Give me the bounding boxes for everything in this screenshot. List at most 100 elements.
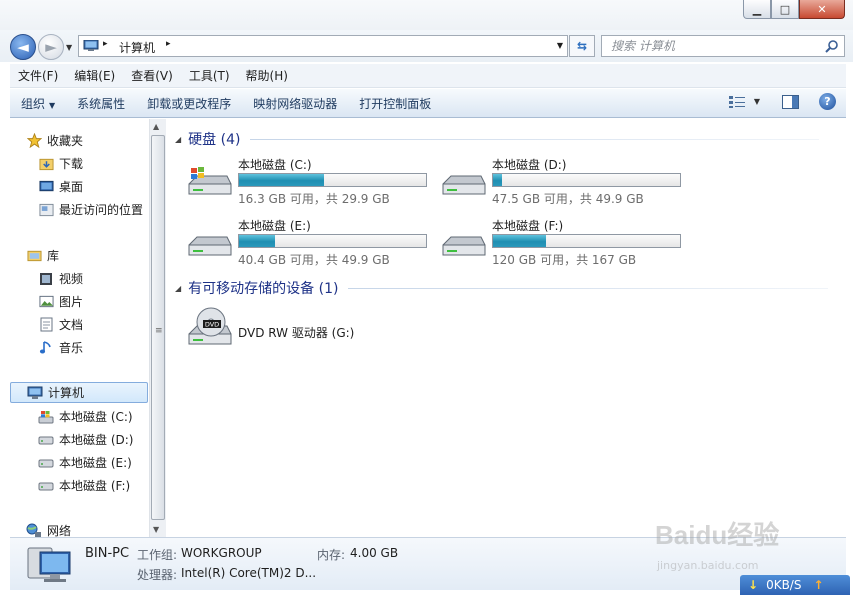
group-removable[interactable]: ◢ 有可移动存储的设备 (1) <box>175 278 829 298</box>
change-view-icon[interactable] <box>728 95 746 109</box>
drive-e-usage-bar <box>238 234 427 248</box>
processor-value: Intel(R) Core(TM)2 D... <box>181 566 317 580</box>
processor-label: 处理器: <box>137 568 178 582</box>
hard-drive-icon <box>442 236 486 256</box>
nav-videos-label: 视频 <box>59 272 84 286</box>
forward-button[interactable]: ► <box>38 34 64 60</box>
drive-c-name: 本地磁盘 (C:) <box>238 158 312 172</box>
hard-drive-icon <box>38 478 54 494</box>
nav-downloads-label: 下载 <box>59 157 84 171</box>
network-speed-widget[interactable]: ↓ 0KB/S ↑ <box>740 575 850 595</box>
dvd-drive-name: DVD RW 驱动器 (G:) <box>238 326 355 340</box>
nav-drive-f-label: 本地磁盘 (F:) <box>59 479 131 493</box>
collapse-triangle-icon: ◢ <box>175 283 182 293</box>
menu-help[interactable]: 帮助(H) <box>238 67 296 84</box>
recent-pages-dropdown[interactable]: ▼ <box>66 43 72 52</box>
picture-icon <box>38 294 54 310</box>
group-divider <box>348 287 829 289</box>
nav-network[interactable]: 网络 <box>26 520 71 537</box>
map-network-drive-button[interactable]: 映射网络驱动器 <box>242 95 348 112</box>
library-icon <box>26 248 42 264</box>
workgroup-label: 工作组: <box>137 548 178 562</box>
drive-tile-e[interactable]: 本地磁盘 (E:) 40.4 GB 可用，共 49.9 GB <box>185 217 435 267</box>
nav-favorites-label: 收藏夹 <box>47 134 84 148</box>
menu-view[interactable]: 查看(V) <box>123 67 181 84</box>
nav-recent-places[interactable]: 最近访问的位置 <box>38 199 143 220</box>
music-note-icon <box>38 340 54 356</box>
search-icon[interactable] <box>825 39 839 53</box>
menu-bar: 文件(F) 编辑(E) 查看(V) 工具(T) 帮助(H) <box>10 64 846 88</box>
drive-d-name: 本地磁盘 (D:) <box>492 158 567 172</box>
drive-tile-c[interactable]: 本地磁盘 (C:) 16.3 GB 可用，共 29.9 GB <box>185 156 435 206</box>
uninstall-program-button[interactable]: 卸载或更改程序 <box>136 95 242 112</box>
nav-pictures[interactable]: 图片 <box>38 291 83 312</box>
nav-drive-c[interactable]: 本地磁盘 (C:) <box>38 406 133 427</box>
drive-tile-d[interactable]: 本地磁盘 (D:) 47.5 GB 可用，共 49.9 GB <box>439 156 689 206</box>
address-dropdown[interactable]: ▼ <box>557 41 563 50</box>
nav-recent-label: 最近访问的位置 <box>59 203 144 217</box>
chevron-down-icon: ▼ <box>49 100 56 110</box>
nav-favorites[interactable]: 收藏夹 <box>26 130 83 151</box>
nav-drive-d[interactable]: 本地磁盘 (D:) <box>38 429 133 450</box>
nav-scrollbar[interactable]: ▲ ≡ ▼ <box>149 119 166 537</box>
hard-drive-icon <box>442 175 486 195</box>
downloads-folder-icon <box>38 156 54 172</box>
nav-music[interactable]: 音乐 <box>38 337 83 358</box>
watermark-brand: Baidu经验 <box>655 520 780 550</box>
drive-tile-f[interactable]: 本地磁盘 (F:) 120 GB 可用，共 167 GB <box>439 217 689 267</box>
close-button[interactable]: ✕ <box>799 0 845 19</box>
maximize-button[interactable]: □ <box>771 0 799 19</box>
drive-e-name: 本地磁盘 (E:) <box>238 219 311 233</box>
drive-tile-dvd[interactable]: DVD DVD RW 驱动器 (G:) <box>185 305 435 355</box>
breadcrumb-separator[interactable]: ▸ <box>103 39 108 49</box>
desktop-icon <box>38 179 54 195</box>
nav-pictures-label: 图片 <box>59 295 84 309</box>
menu-file[interactable]: 文件(F) <box>10 67 66 84</box>
drive-e-usage-fill <box>239 235 275 247</box>
breadcrumb-computer[interactable]: 计算机 <box>119 39 155 56</box>
open-control-panel-button[interactable]: 打开控制面板 <box>348 95 442 112</box>
watermark-site: jingyan.baidu.com <box>657 559 759 572</box>
baidu-watermark: Baidu经验 jingyan.baidu.com <box>655 515 805 575</box>
nav-drive-f[interactable]: 本地磁盘 (F:) <box>38 475 130 496</box>
address-bar[interactable]: ▸ 计算机 ▸ ▼ <box>78 35 568 57</box>
scroll-down-arrow[interactable]: ▼ <box>153 525 159 534</box>
nav-documents[interactable]: 文档 <box>38 314 83 335</box>
preview-pane-icon[interactable] <box>782 94 799 109</box>
nav-videos[interactable]: 视频 <box>38 268 83 289</box>
address-row: ◄ ► ▼ ▸ 计算机 ▸ ▼ ⇆ <box>0 30 853 62</box>
network-speed-value: 0KB/S <box>766 578 802 592</box>
breadcrumb-separator[interactable]: ▸ <box>166 39 171 49</box>
download-arrow-icon: ↓ <box>748 578 759 592</box>
drive-e-size: 40.4 GB 可用，共 49.9 GB <box>238 253 390 267</box>
back-button[interactable]: ◄ <box>10 34 36 60</box>
minimize-button[interactable]: ▁ <box>743 0 771 19</box>
drive-c-size: 16.3 GB 可用，共 29.9 GB <box>238 192 390 206</box>
organize-button[interactable]: 组织 ▼ <box>10 95 66 112</box>
group-hard-disks[interactable]: ◢ 硬盘 (4) <box>175 129 820 149</box>
menu-edit[interactable]: 编辑(E) <box>66 67 123 84</box>
scroll-up-arrow[interactable]: ▲ <box>153 122 159 131</box>
dvd-drive-icon: DVD <box>188 307 232 345</box>
memory-label: 内存: <box>317 548 346 562</box>
hard-drive-icon <box>188 236 232 256</box>
nav-drive-c-label: 本地磁盘 (C:) <box>59 410 133 424</box>
system-properties-button[interactable]: 系统属性 <box>66 95 136 112</box>
help-icon[interactable]: ? <box>819 93 836 110</box>
view-options-arrow[interactable]: ▼ <box>754 97 760 106</box>
nav-computer[interactable]: 计算机 <box>10 382 148 403</box>
nav-drive-d-label: 本地磁盘 (D:) <box>59 433 134 447</box>
menu-tools[interactable]: 工具(T) <box>181 67 238 84</box>
nav-libraries[interactable]: 库 <box>26 245 59 266</box>
memory-value: 4.00 GB <box>350 546 399 560</box>
search-input[interactable] <box>602 36 822 56</box>
nav-downloads[interactable]: 下载 <box>38 153 83 174</box>
nav-drive-e[interactable]: 本地磁盘 (E:) <box>38 452 132 473</box>
content-pane: ◢ 硬盘 (4) 本地磁盘 (C:) 16.3 GB 可用，共 29.9 GB … <box>167 119 846 537</box>
scrollbar-thumb[interactable]: ≡ <box>151 135 165 520</box>
nav-desktop[interactable]: 桌面 <box>38 176 83 197</box>
refresh-button[interactable]: ⇆ <box>569 35 595 57</box>
recent-places-icon <box>38 202 54 218</box>
drive-f-size: 120 GB 可用，共 167 GB <box>492 253 637 267</box>
hard-drive-icon <box>38 455 54 471</box>
